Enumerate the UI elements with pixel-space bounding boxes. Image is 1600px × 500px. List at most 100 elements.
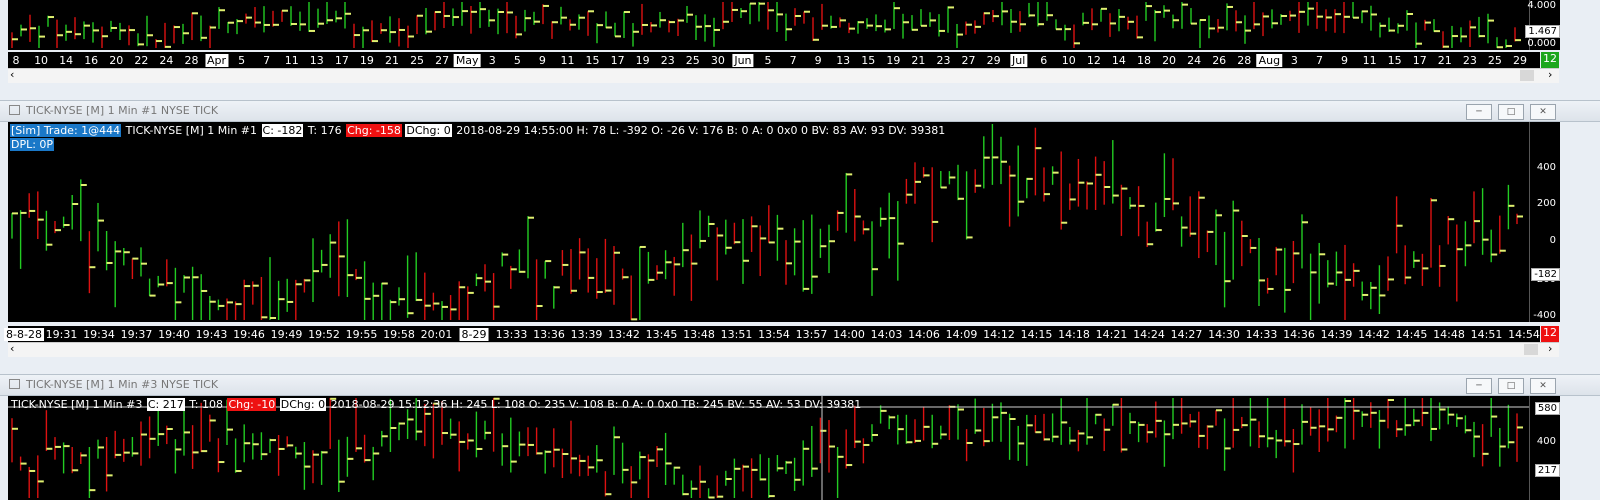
axis-tick-label: 14:27 (1170, 328, 1203, 341)
last-value-marker: 1.467 (1525, 25, 1560, 38)
axis-tick-label: 13:48 (683, 328, 715, 341)
axis-tick-label: 13:57 (795, 328, 828, 341)
axis-tick-label: May (453, 54, 481, 67)
top-chart-area[interactable] (8, 0, 1529, 50)
bottom-price-scale[interactable]: 580 400 217 (1529, 396, 1560, 500)
scroll-right-arrow[interactable]: › (1548, 342, 1552, 355)
axis-tick-label: 19 (635, 54, 650, 67)
dpl-line: DPL: 0P (10, 138, 55, 151)
axis-tick-label: 5 (764, 54, 772, 67)
axis-tick-label: 19 (359, 54, 374, 67)
axis-tick-label: 21 (1437, 54, 1452, 67)
last-value-marker: -182 (1531, 268, 1560, 281)
minimize-button[interactable]: ─ (1466, 378, 1492, 394)
axis-tick-label: 17 (334, 54, 349, 67)
close-value: C: 217 (146, 398, 185, 411)
axis-tick-label: 29 (1513, 54, 1527, 67)
maximize-button[interactable]: □ (1498, 104, 1524, 120)
axis-tick-label: 19:43 (195, 328, 228, 341)
symbol-label: TICK-NYSE [M] 1 Min #3 (11, 398, 143, 411)
dpl-badge[interactable]: DPL: 0P (10, 138, 55, 151)
axis-tick-label: 18 (1137, 54, 1151, 67)
price-label: 0.000 (1527, 38, 1556, 49)
mid-chart-area[interactable]: [Sim] Trade: 1@444 TICK-NYSE [M] 1 Min #… (8, 122, 1529, 322)
axis-tick-label: Jun (732, 54, 754, 67)
axis-tick-label: 14:30 (1208, 328, 1240, 341)
axis-tick-label: 19:46 (233, 328, 265, 341)
axis-tick-label: 10 (34, 54, 49, 67)
bottom-price-bars (8, 396, 1529, 500)
axis-tick-label: 14:12 (983, 328, 1015, 341)
axis-tick-label: 7 (263, 54, 271, 67)
axis-tick-label: 10 (1061, 54, 1076, 67)
axis-tick-label: 5 (238, 54, 246, 67)
bars-back-indicator[interactable]: 12 (1541, 52, 1559, 68)
window-titlebar[interactable]: TICK-NYSE [M] 1 Min #3 NYSE TICK ─ □ ✕ (0, 374, 1600, 396)
axis-tick-label: 7 (789, 54, 797, 67)
axis-tick-label: 20 (109, 54, 124, 67)
axis-tick-label: 19:55 (345, 328, 378, 341)
axis-tick-label: 13 (836, 54, 851, 67)
total-value: T: 176 (307, 124, 342, 137)
total-value: T: 108 (189, 398, 223, 411)
window-title: TICK-NYSE [M] 1 Min #3 NYSE TICK (26, 378, 219, 391)
chart-info-line: [Sim] Trade: 1@444 TICK-NYSE [M] 1 Min #… (10, 124, 946, 137)
axis-tick-label: 20:01 (420, 328, 453, 341)
minimize-button[interactable]: ─ (1466, 104, 1492, 120)
price-label: -400 (1533, 310, 1556, 321)
axis-tick-label: 19:52 (308, 328, 340, 341)
top-scrollbar[interactable]: ‹ › (8, 68, 1559, 83)
axis-tick-label: 14:06 (908, 328, 940, 341)
sim-trade-badge[interactable]: [Sim] Trade: 1@444 (10, 124, 122, 137)
axis-tick-label: 3 (1290, 54, 1298, 67)
close-button[interactable]: ✕ (1530, 378, 1556, 394)
axis-tick-label: 15 (1387, 54, 1402, 67)
axis-tick-label: 17 (610, 54, 625, 67)
change-value: Chg: -158 (346, 124, 402, 137)
bottom-chart-area[interactable]: TICK-NYSE [M] 1 Min #3 C: 217 T: 108 Chg… (8, 396, 1529, 500)
axis-tick-label: 14:18 (1058, 328, 1090, 341)
close-button[interactable]: ✕ (1530, 104, 1556, 120)
top-price-scale[interactable]: 4.000 0.000 1.467 (1525, 0, 1560, 50)
bar-details: 2018-08-29 14:55:00 H: 78 L: -392 O: -26… (456, 124, 946, 137)
mid-time-axis[interactable]: 8-8-28 19:31 19:34 19:37 19:40 19:43 19:46 19:4… (4, 326, 1540, 342)
top-date-axis[interactable]: 8 10 14 16 20 22 24 28 Apr 5 7 11 13 17 19 21 25 27 May 3 5 9… (8, 52, 1540, 68)
axis-tick-label: 11 (1362, 54, 1377, 67)
axis-tick-label: 14:36 (1283, 328, 1315, 341)
axis-tick-label: 6 (1040, 54, 1048, 67)
window-icon (9, 105, 20, 115)
scroll-thumb[interactable] (1524, 344, 1538, 355)
axis-tick-label: 14:51 (1470, 328, 1503, 341)
axis-tick-label: 13 (309, 54, 324, 67)
window-title: TICK-NYSE [M] 1 Min #1 NYSE TICK (26, 104, 219, 117)
axis-tick-label: 14:03 (870, 328, 903, 341)
change-value: Chg: -10 (227, 398, 277, 411)
axis-tick-label: 13:36 (533, 328, 565, 341)
axis-tick-label: 23 (660, 54, 675, 67)
axis-tick-label: 14 (59, 54, 74, 67)
axis-tick-label: 25 (1487, 54, 1502, 67)
axis-tick-label: 30 (710, 54, 725, 67)
mid-price-scale[interactable]: 400 200 0 -200 -400 -182 (1529, 122, 1560, 322)
last-value-marker: 217 (1534, 464, 1560, 477)
scroll-left-arrow[interactable]: ‹ (10, 68, 14, 81)
axis-tick-label: 29 (986, 54, 1001, 67)
axis-tick-label: 23 (936, 54, 951, 67)
axis-tick-label: 3 (488, 54, 496, 67)
axis-tick-label: 5 (513, 54, 521, 67)
mid-scrollbar[interactable]: ‹ › (8, 342, 1559, 357)
bars-back-indicator[interactable]: 12 (1541, 326, 1559, 342)
axis-tick-label: 11 (284, 54, 299, 67)
axis-tick-label: 8-29 (459, 328, 489, 341)
day-change-value: DChg: 0 (405, 124, 452, 137)
scroll-right-arrow[interactable]: › (1548, 68, 1552, 81)
axis-tick-label: 14:39 (1320, 328, 1353, 341)
axis-tick-label: 28 (1237, 54, 1252, 67)
scroll-thumb[interactable] (1520, 70, 1534, 81)
axis-tick-label: 14:09 (945, 328, 978, 341)
axis-tick-label: 14:48 (1433, 328, 1465, 341)
window-titlebar[interactable]: TICK-NYSE [M] 1 Min #1 NYSE TICK ─ □ ✕ (0, 100, 1600, 122)
scroll-left-arrow[interactable]: ‹ (10, 342, 14, 355)
maximize-button[interactable]: □ (1498, 378, 1524, 394)
axis-tick-label: 19:34 (83, 328, 115, 341)
